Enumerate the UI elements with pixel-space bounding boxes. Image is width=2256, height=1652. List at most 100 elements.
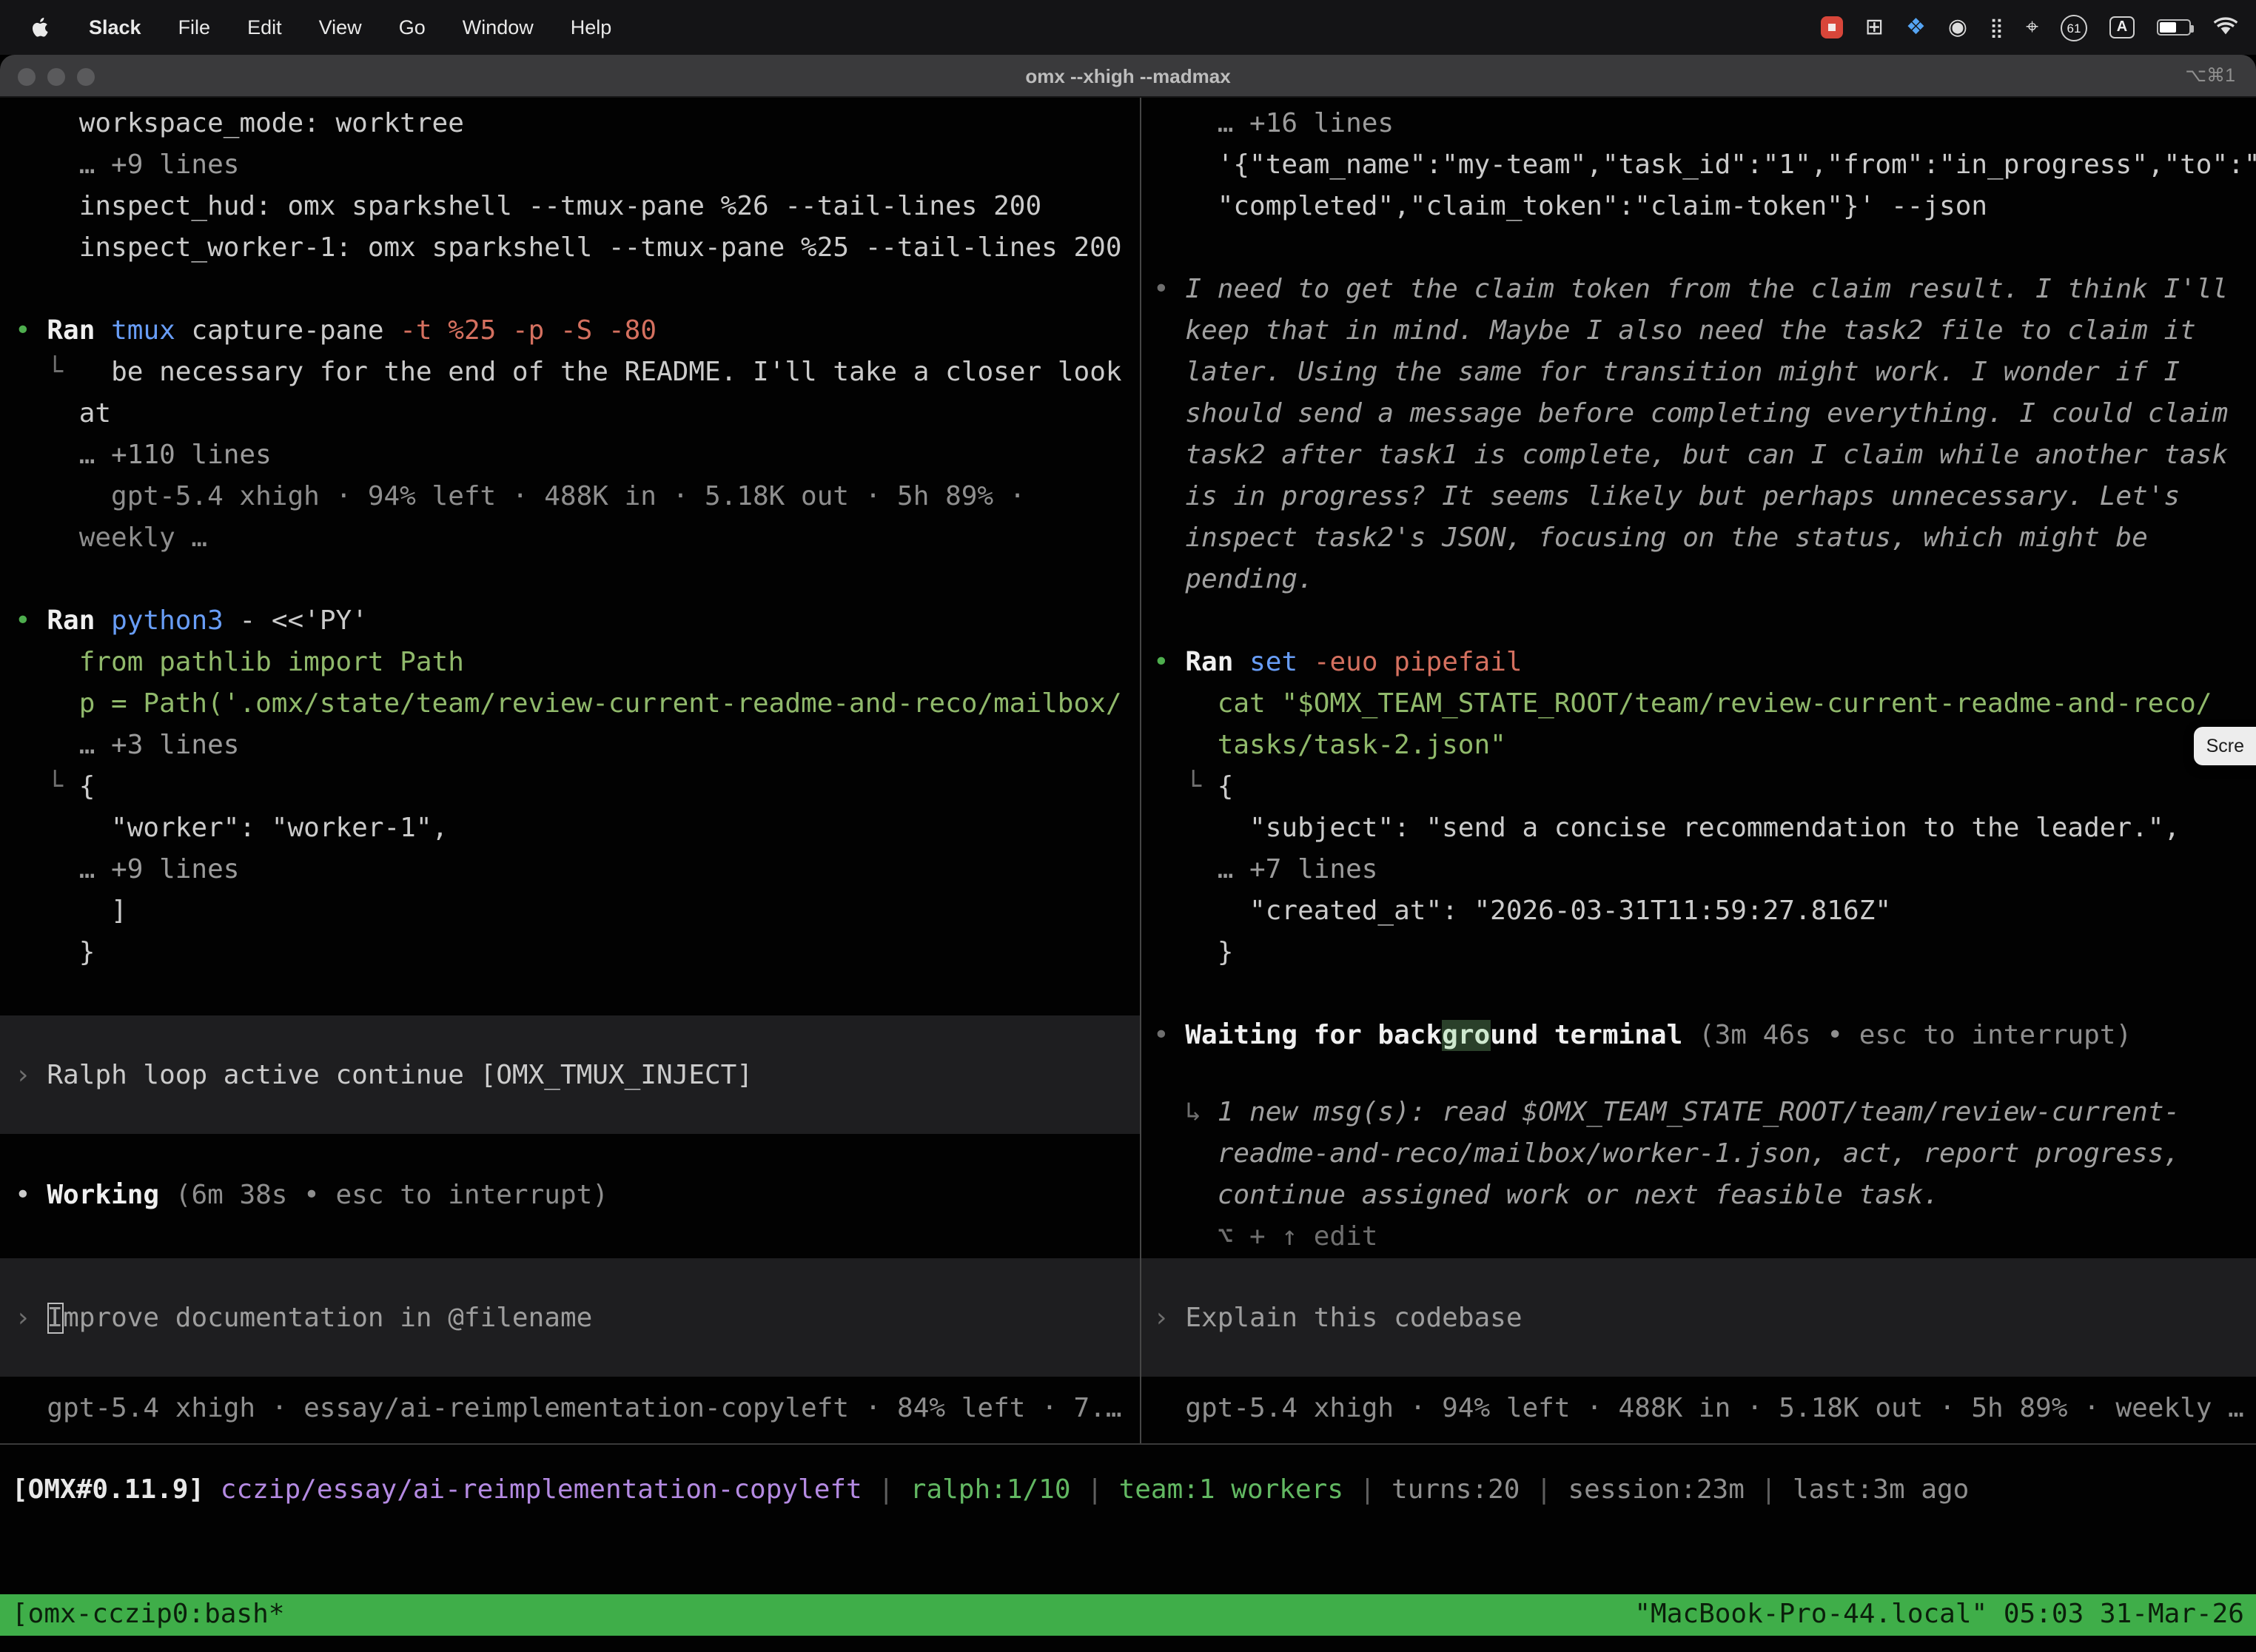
key-icon[interactable]: ⌖ (2026, 16, 2038, 38)
text-segment: … +110 lines (15, 440, 272, 471)
text-segment: should send a message before completing … (1153, 398, 2228, 429)
text-segment: "subject": "send a concise recommendatio… (1153, 813, 2180, 844)
menu-item-file[interactable]: File (178, 16, 211, 38)
text-segment (1153, 771, 1185, 802)
text-segment: weekly … (15, 523, 207, 554)
session-path: cczip/essay/ai-reimplementation-copyleft (221, 1474, 862, 1505)
tmux-session-label: [omx-cczip0:bash* (12, 1594, 284, 1636)
text-segment: | (1071, 1474, 1119, 1505)
text-segment: { (79, 771, 95, 802)
input-source-icon[interactable]: A (2109, 16, 2135, 38)
terminal-line: • Ran python3 - <<'PY' (0, 601, 1140, 642)
ralph-loop-banner: › Ralph loop active continue [OMX_TMUX_I… (0, 1015, 1140, 1134)
text-segment: { (1218, 771, 1234, 802)
pane-right[interactable]: … +16 lines '{"team_name":"my-team","tas… (1141, 98, 2256, 1443)
text-segment: • (15, 1180, 47, 1211)
text-segment: ↳ (1185, 1097, 1217, 1128)
terminal-line (1141, 601, 2256, 642)
terminal-line: inspect_worker-1: omx sparkshell --tmux-… (0, 228, 1140, 269)
text-segment: ⌥ + ↑ edit (1153, 1221, 1377, 1252)
app-icon-blue[interactable]: ❖ (1906, 16, 1926, 38)
text-segment: Waiting for back (1185, 1020, 1442, 1051)
terminal-line: "subject": "send a concise recommendatio… (1141, 808, 2256, 850)
menu-item-edit[interactable]: Edit (247, 16, 282, 38)
terminal: workspace_mode: worktree … +9 lines insp… (0, 98, 2256, 1652)
grid-icon[interactable]: ⊞ (1865, 16, 1884, 38)
text-segment: be necessary for the end of the README. … (63, 357, 1122, 388)
text-segment: Explain this codebase (1185, 1302, 1522, 1333)
text-segment: inspect_worker-1: omx sparkshell --tmux-… (15, 232, 1122, 263)
last-activity: last:3m ago (1793, 1474, 1969, 1505)
terminal-line: … +16 lines (1141, 104, 2256, 145)
terminal-line: should send a message before completing … (1141, 394, 2256, 435)
screen: Slack File Edit View Go Window Help ⊞ ❖ ◉ ⣿ ⌖… (0, 0, 2256, 1652)
terminal-line: cat "$OMX_TEAM_STATE_ROOT/team/review-cu… (1141, 684, 2256, 725)
text-segment: | (1745, 1474, 1793, 1505)
terminal-line: } (0, 933, 1140, 974)
text-segment: workspace_mode: worktree (15, 108, 464, 139)
text-segment: readme-and-reco/mailbox/worker-1.json, a… (1153, 1138, 2180, 1169)
text-segment: • (1153, 647, 1185, 678)
prompt-input-right[interactable]: › Explain this codebase (1141, 1258, 2256, 1377)
wifi-icon[interactable] (2213, 16, 2238, 39)
terminal-line (1141, 1057, 2256, 1092)
terminal-line: gpt-5.4 xhigh · 94% left · 488K in · 5.1… (0, 477, 1140, 518)
terminal-line: is in progress? It seems likely but perh… (1141, 477, 2256, 518)
text-segment: | (1343, 1474, 1391, 1505)
app-icon-dark[interactable]: ◉ (1948, 16, 1967, 38)
text-segment: from pathlib import Path (15, 647, 464, 678)
omx-status-bar: [OMX#0.11.9] cczip/essay/ai-reimplementa… (0, 1470, 2256, 1511)
team-counter: team:1 workers (1119, 1474, 1343, 1505)
terminal-line: } (1141, 933, 2256, 974)
text-segment: … +7 lines (1153, 854, 1377, 885)
menu-item-window[interactable]: Window (463, 16, 534, 38)
text-segment: -t %25 -p -S -80 (400, 315, 657, 346)
text-segment: Ralph loop active continue [OMX_TMUX_INJ… (47, 1059, 753, 1090)
pane-divider[interactable] (1140, 98, 1141, 1443)
text-segment: › (1153, 1302, 1185, 1333)
window-shortcut: ⌥⌘1 (2185, 55, 2235, 98)
text-segment: cat "$OMX_TEAM_STATE_ROOT/team/review-cu… (1153, 688, 2212, 719)
text-segment: "worker": "worker-1", (15, 813, 448, 844)
dots-grid-icon[interactable]: ⣿ (1990, 18, 2004, 37)
text-segment: tasks/task-2.json" (1153, 730, 1506, 761)
omx-version: [OMX#0.11.9] (12, 1474, 204, 1505)
working-status: • Working (6m 38s • esc to interrupt) (0, 1175, 1140, 1217)
text-segment: ] (15, 896, 127, 927)
terminal-line (1141, 1377, 2256, 1389)
text-segment: gro (1442, 1020, 1490, 1051)
app-menu-slack[interactable]: Slack (89, 16, 141, 38)
terminal-line: weekly … (0, 518, 1140, 560)
apple-menu-icon[interactable] (30, 15, 52, 40)
text-segment: … +9 lines (15, 854, 239, 885)
prompt-input-left[interactable]: › Improve documentation in @filename (0, 1258, 1140, 1377)
waiting-status: • Waiting for background terminal (3m 46… (1141, 1015, 2256, 1057)
pane-left[interactable]: workspace_mode: worktree … +9 lines insp… (0, 98, 1140, 1443)
menu-item-go[interactable]: Go (399, 16, 426, 38)
battery-level (2160, 22, 2177, 33)
text-segment: └ (47, 357, 63, 388)
terminal-line: later. Using the same for transition mig… (1141, 352, 2256, 394)
menu-item-help[interactable]: Help (571, 16, 612, 38)
battery-icon[interactable] (2157, 19, 2191, 36)
text-segment: › (15, 1059, 47, 1090)
terminal-line: at (0, 394, 1140, 435)
terminal-line (0, 269, 1140, 311)
text-segment: - <<'PY' (240, 605, 368, 637)
terminal-line: └ { (1141, 767, 2256, 808)
text-segment: (3m 46s • esc to interrupt) (1682, 1020, 2132, 1051)
screen-recording-icon[interactable] (1821, 16, 1843, 38)
text-segment: keep that in mind. Maybe I also need the… (1153, 315, 2196, 346)
text-segment: tmux (111, 315, 191, 346)
model-status-left: gpt-5.4 xhigh · essay/ai-reimplementatio… (0, 1389, 1140, 1430)
terminal-line: ⌥ + ↑ edit (1141, 1217, 2256, 1258)
text-segment: is in progress? It seems likely but perh… (1153, 481, 2180, 512)
text-segment: pending. (1153, 564, 1314, 595)
status-divider (0, 1443, 2256, 1445)
text-segment: … +9 lines (15, 150, 239, 181)
badge-61-icon[interactable]: 61 (2061, 14, 2087, 41)
menu-bar-status-icons: ⊞ ❖ ◉ ⣿ ⌖ 61 A (1821, 14, 2256, 41)
text-segment: gpt-5.4 xhigh · 94% left · 488K in · 5.1… (15, 481, 1025, 512)
terminal-line: • Ran set -euo pipefail (1141, 642, 2256, 684)
menu-item-view[interactable]: View (319, 16, 362, 38)
